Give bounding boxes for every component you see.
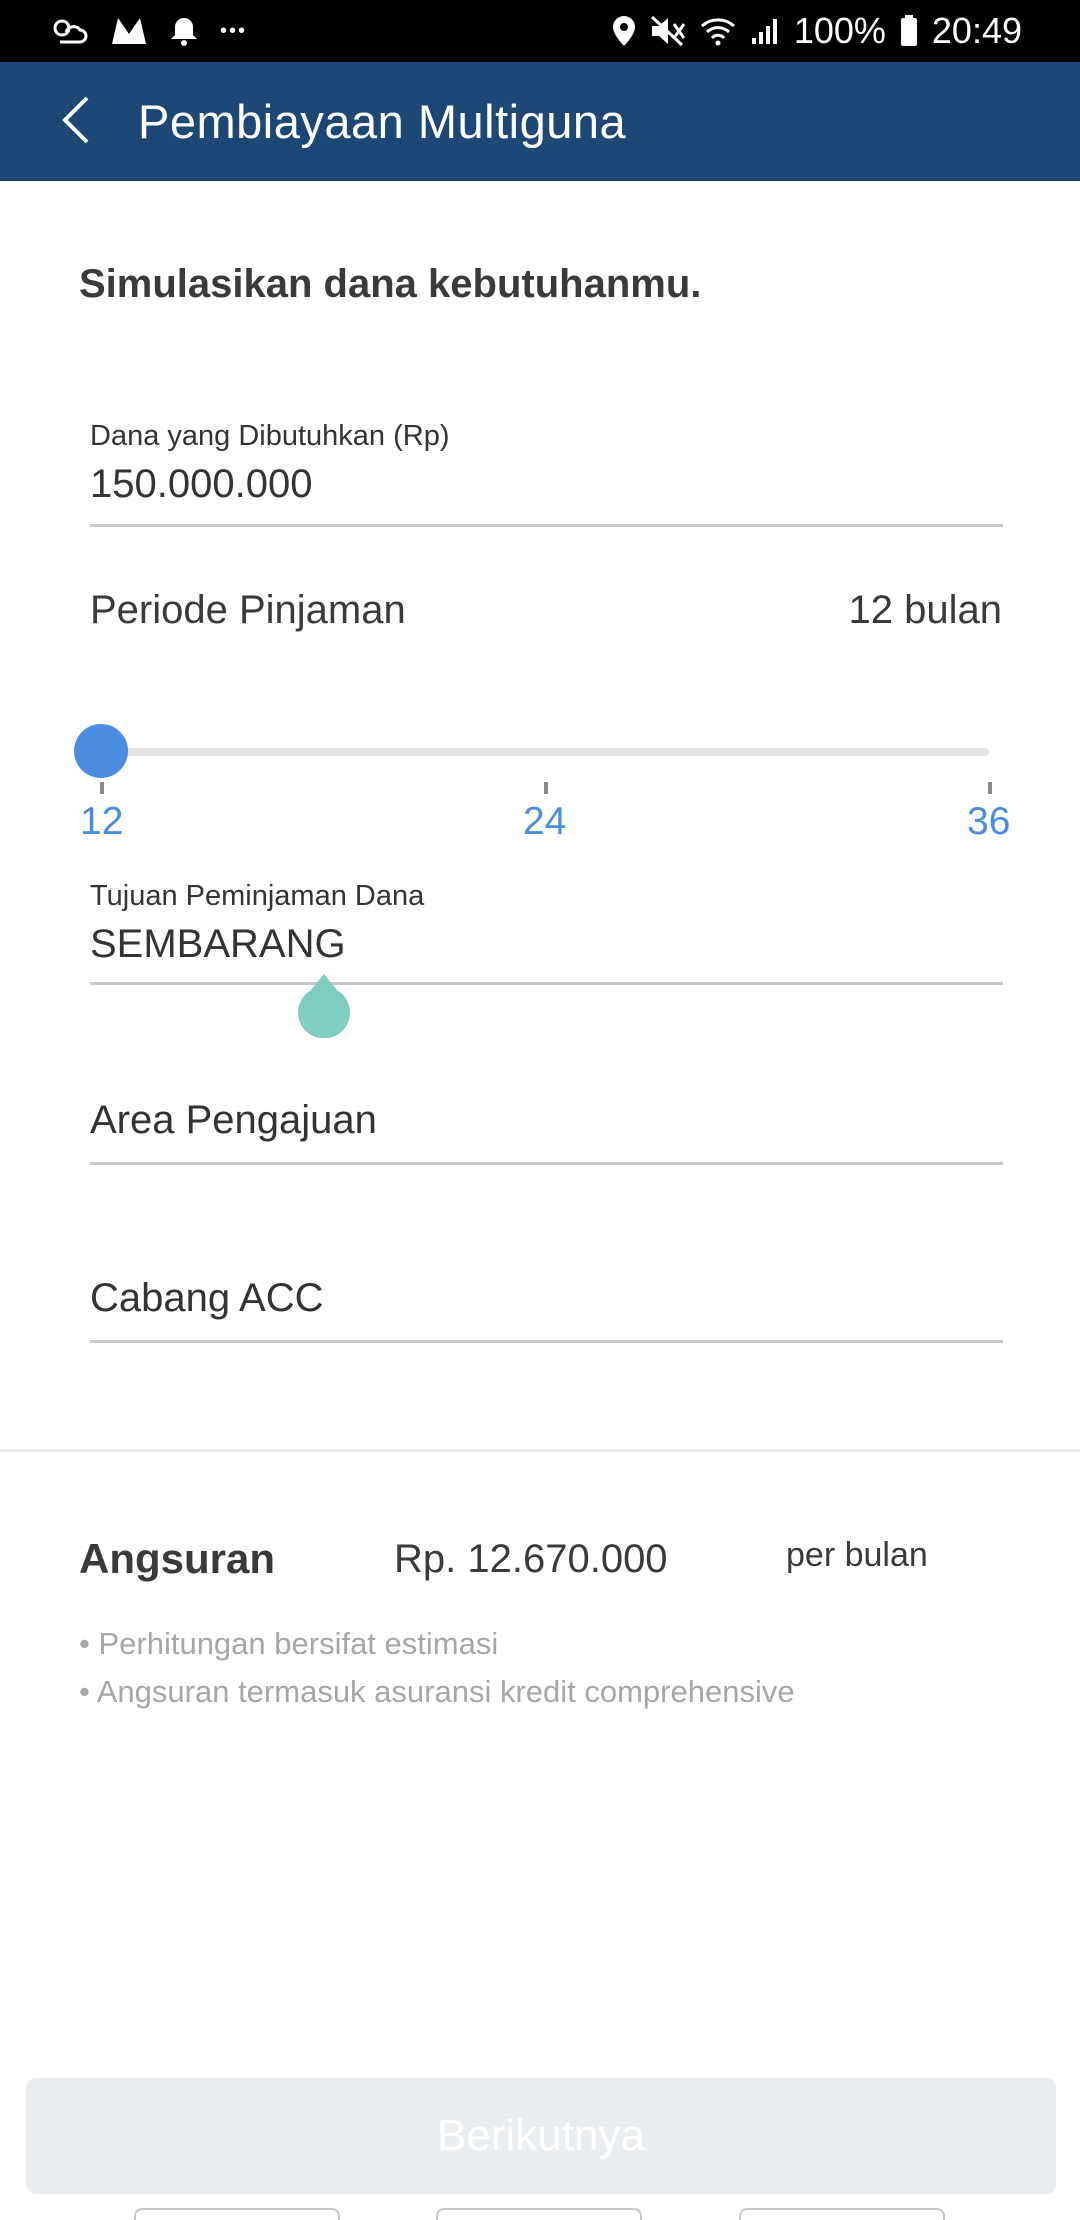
amount-field-value[interactable]: 150.000.000 — [90, 462, 312, 507]
section-divider — [0, 1449, 1080, 1452]
installment-value: Rp. 12.670.000 — [394, 1537, 668, 1581]
branch-field-underline — [90, 1340, 1003, 1343]
installment-label: Angsuran — [79, 1535, 276, 1582]
bell-icon — [170, 16, 198, 46]
clock: 20:49 — [931, 10, 1022, 51]
battery-percent: 100% — [793, 10, 886, 51]
slider-tick-label-24[interactable]: 24 — [523, 800, 566, 844]
branch-field-placeholder[interactable]: Cabang ACC — [90, 1276, 323, 1321]
page-title: Pembiayaan Multiguna — [138, 95, 627, 148]
weather-icon — [50, 16, 88, 46]
nav-tab-stub[interactable] — [739, 2208, 945, 2220]
slider-tick-36 — [988, 782, 992, 794]
text-selection-handle[interactable] — [297, 974, 351, 1039]
section-heading: Simulasikan dana kebutuhanmu. — [79, 262, 702, 306]
period-slider[interactable] — [74, 724, 1000, 778]
slider-tick-24 — [544, 782, 548, 794]
installment-unit: per bulan — [786, 1536, 928, 1574]
notes-list: • Perhitungan bersifat estimasi • Angsur… — [79, 1620, 795, 1716]
purpose-field-underline — [90, 982, 1003, 985]
note-item: • Angsuran termasuk asuransi kredit comp… — [79, 1674, 795, 1709]
chevron-left-icon — [59, 94, 93, 151]
back-button[interactable] — [38, 84, 114, 160]
nav-tab-stub[interactable] — [436, 2208, 642, 2220]
purpose-field-label: Tujuan Peminjaman Dana — [90, 880, 425, 912]
area-field-placeholder[interactable]: Area Pengajuan — [90, 1098, 377, 1143]
amount-field-underline — [90, 524, 1003, 527]
location-icon — [612, 15, 636, 47]
battery-icon — [900, 15, 918, 47]
signal-icon — [750, 16, 780, 46]
area-field-underline — [90, 1162, 1003, 1165]
amount-field-label: Dana yang Dibutuhkan (Rp) — [90, 420, 450, 452]
slider-tick-label-36[interactable]: 36 — [967, 800, 1010, 844]
app-bar: Pembiayaan Multiguna — [0, 62, 1080, 181]
slider-tick-12 — [100, 782, 104, 794]
status-bar: ••• 100% 20:49 — [0, 0, 1080, 62]
mute-icon — [650, 15, 686, 47]
slider-tick-label-12[interactable]: 12 — [80, 800, 123, 844]
next-button[interactable]: Berikutnya — [26, 2078, 1056, 2194]
more-icon: ••• — [220, 19, 248, 42]
m-app-icon — [110, 16, 148, 46]
purpose-field-value[interactable]: SEMBARANG — [90, 922, 346, 967]
period-label: Periode Pinjaman — [90, 588, 406, 632]
wifi-icon — [700, 16, 736, 46]
nav-tab-stub[interactable] — [134, 2208, 340, 2220]
slider-track — [101, 748, 989, 756]
status-left: ••• — [50, 8, 247, 54]
note-item: • Perhitungan bersifat estimasi — [79, 1626, 499, 1661]
period-value: 12 bulan — [848, 588, 1002, 632]
slider-thumb[interactable] — [74, 724, 128, 778]
status-right: 100% 20:49 — [612, 8, 1022, 54]
